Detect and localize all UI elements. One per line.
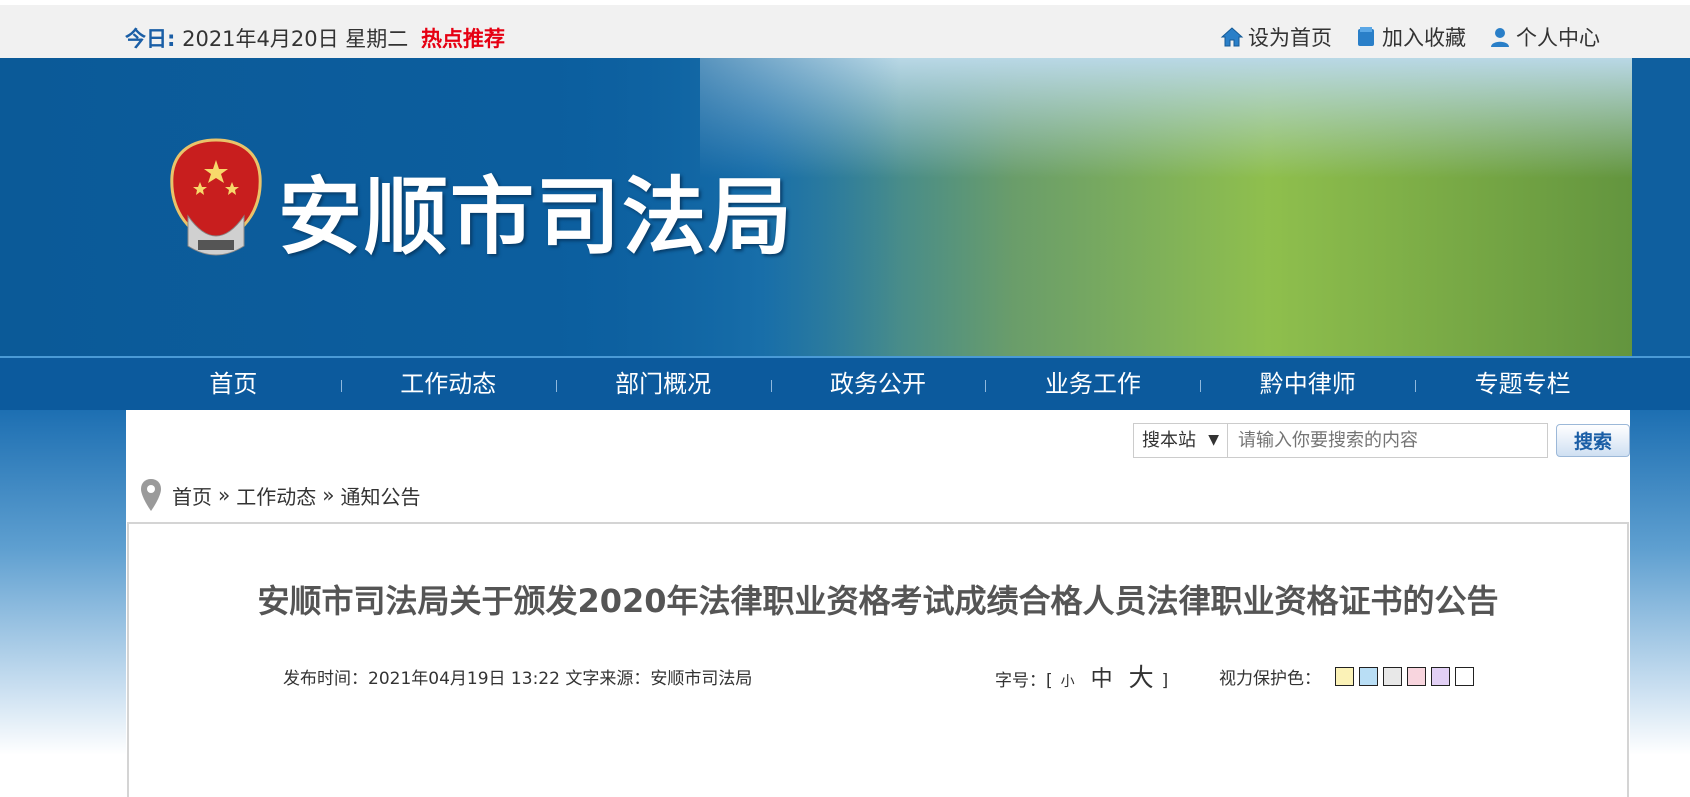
nav-item-business[interactable]: 业务工作	[985, 358, 1200, 410]
color-swatch-gray[interactable]	[1383, 667, 1402, 686]
top-links: 设为首页 加入收藏 个人中心	[1220, 22, 1600, 52]
bracket-open: [	[1046, 671, 1053, 691]
nav-item-work-news[interactable]: 工作动态	[340, 358, 556, 410]
set-homepage-link[interactable]: 设为首页	[1220, 22, 1332, 52]
nav-item-lawyers[interactable]: 黔中律师	[1200, 358, 1415, 410]
nav-list: 首页 工作动态 部门概况 政务公开 业务工作 黔中律师 专题专栏	[126, 358, 1630, 410]
color-swatch-blue[interactable]	[1359, 667, 1378, 686]
today-date: 今日: 2021年4月20日 星期二 热点推荐	[125, 23, 505, 53]
date-text: 2021年4月20日 星期二	[182, 27, 409, 51]
site-title: 安顺市司法局	[278, 167, 795, 266]
font-size-small-button[interactable]: 小	[1061, 671, 1075, 691]
font-size-control: 字号： [ 小 中 大 ]	[995, 658, 1168, 694]
color-swatch-white[interactable]	[1455, 667, 1474, 686]
search-button[interactable]: 搜索	[1556, 423, 1630, 457]
search-scope-label: 搜本站	[1142, 429, 1196, 451]
search-input[interactable]	[1228, 422, 1548, 458]
dropdown-arrow-icon: ▼	[1208, 431, 1219, 448]
breadcrumb-home[interactable]: 首页	[172, 481, 212, 510]
bracket-close: ]	[1161, 671, 1169, 691]
color-swatch-purple[interactable]	[1431, 667, 1450, 686]
eye-care-color-control: 视力保护色：	[1219, 664, 1474, 689]
color-swatch-pink[interactable]	[1407, 667, 1426, 686]
personal-center-label: 个人中心	[1516, 26, 1600, 50]
breadcrumb-separator: »	[218, 483, 231, 507]
personal-center-link[interactable]: 个人中心	[1488, 22, 1600, 52]
breadcrumb-notice[interactable]: 通知公告	[341, 481, 421, 510]
search-bar: 搜本站 ▼ 搜索	[1133, 422, 1630, 458]
article-title: 安顺市司法局关于颁发2020年法律职业资格考试成绩合格人员法律职业资格证书的公告	[257, 582, 1499, 620]
nav-item-government-affairs[interactable]: 政务公开	[770, 358, 986, 410]
home-icon	[1220, 27, 1244, 47]
content-area: 搜本站 ▼ 搜索 首页 » 工作动态 » 通知公告 安顺市司法局关于颁发2020…	[126, 410, 1630, 797]
breadcrumb-separator: »	[322, 483, 335, 507]
search-scope-select[interactable]: 搜本站 ▼	[1133, 422, 1228, 458]
color-swatch-yellow[interactable]	[1335, 667, 1354, 686]
nav-item-home[interactable]: 首页	[126, 358, 341, 410]
font-size-label: 字号：	[995, 671, 1046, 691]
hot-recommend-link[interactable]: 热点推荐	[421, 27, 505, 51]
color-swatches	[1335, 667, 1474, 686]
set-homepage-label: 设为首页	[1248, 26, 1332, 50]
header-banner: 安顺市司法局	[0, 58, 1690, 356]
banner-edge	[1632, 58, 1690, 356]
breadcrumb: 首页 » 工作动态 » 通知公告	[140, 478, 421, 512]
font-size-large-button[interactable]: 大	[1129, 658, 1154, 694]
location-pin-icon	[141, 479, 161, 511]
nav-item-special-topics[interactable]: 专题专栏	[1415, 358, 1630, 410]
user-icon	[1491, 28, 1509, 47]
article-panel: 安顺市司法局关于颁发2020年法律职业资格考试成绩合格人员法律职业资格证书的公告…	[127, 522, 1629, 797]
main-nav: 首页 工作动态 部门概况 政务公开 业务工作 黔中律师 专题专栏	[0, 356, 1690, 410]
add-favorite-label: 加入收藏	[1382, 26, 1466, 50]
judicial-emblem-icon	[170, 138, 262, 256]
article-meta: 发布时间：2021年04月19日 13:22 文字来源：安顺市司法局	[283, 669, 753, 689]
today-label: 今日:	[125, 27, 176, 51]
eye-care-label: 视力保护色：	[1219, 669, 1321, 689]
bookmark-icon	[1358, 27, 1374, 46]
add-favorite-link[interactable]: 加入收藏	[1354, 22, 1466, 52]
font-size-medium-button[interactable]: 中	[1091, 661, 1113, 693]
nav-item-department[interactable]: 部门概况	[555, 358, 771, 410]
breadcrumb-work-news[interactable]: 工作动态	[236, 481, 316, 510]
top-bar: 今日: 2021年4月20日 星期二 热点推荐 设为首页 加入收藏 个人中心	[0, 5, 1690, 58]
